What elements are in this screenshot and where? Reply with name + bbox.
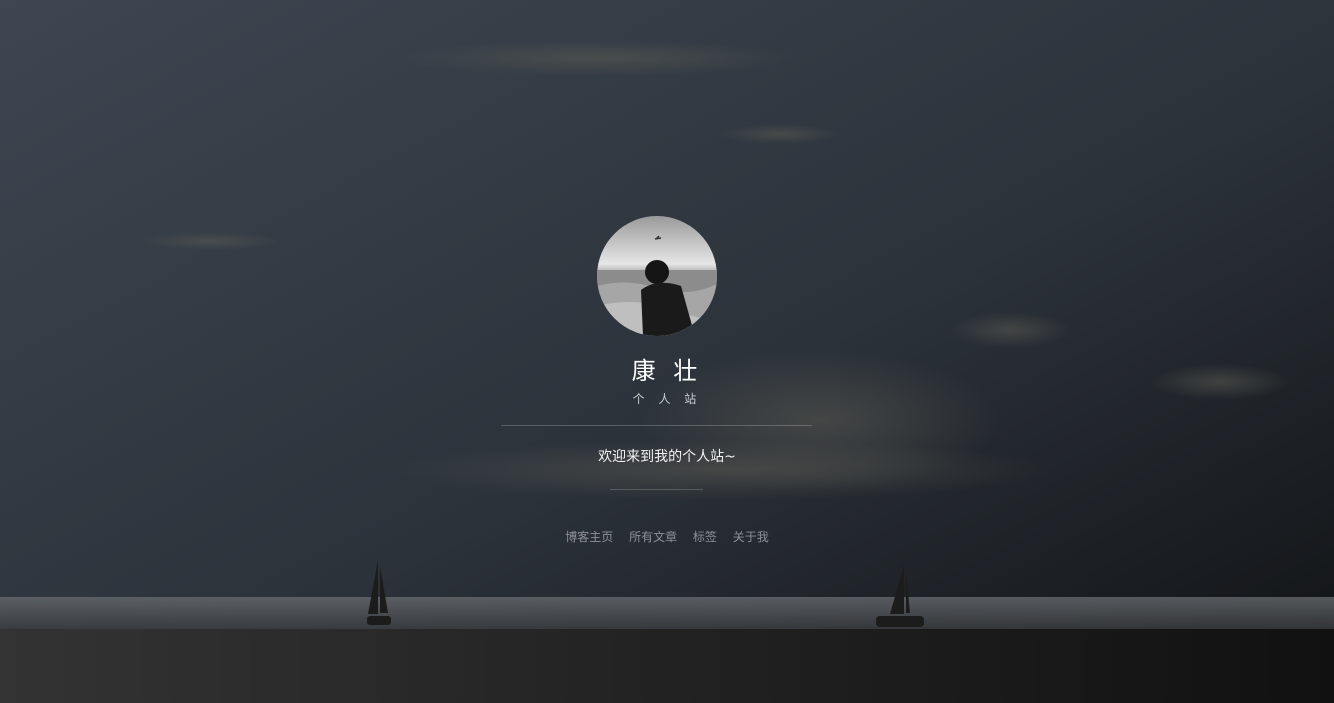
welcome-message: 欢迎来到我的个人站~ — [598, 449, 736, 465]
divider — [501, 425, 812, 426]
nav-link-tags[interactable]: 标签 — [693, 530, 717, 544]
main-nav: 博客主页 所有文章 标签 关于我 — [0, 528, 1334, 546]
site-subtitle: 个 人 站 — [632, 392, 702, 406]
site-owner-name: 康 壮 — [631, 357, 703, 385]
nav-link-about[interactable]: 关于我 — [733, 530, 769, 544]
avatar-photo-icon — [597, 216, 717, 336]
nav-link-all-posts[interactable]: 所有文章 — [629, 530, 677, 544]
divider — [610, 489, 703, 490]
nav-link-blog-home[interactable]: 博客主页 — [565, 530, 613, 544]
avatar[interactable] — [597, 216, 717, 336]
profile-card: 康 壮 个 人 站 欢迎来到我的个人站~ 博客主页 所有文章 标签 关于我 — [0, 0, 1334, 703]
